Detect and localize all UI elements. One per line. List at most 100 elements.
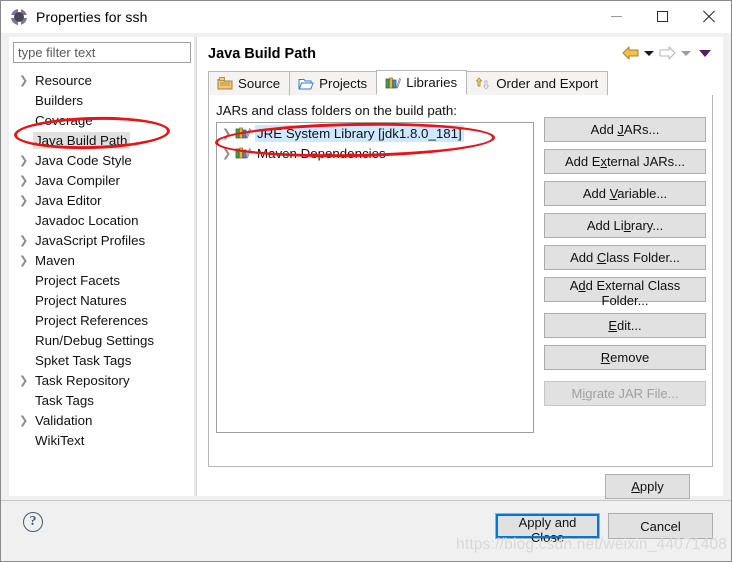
sidebar-item-label: Project Facets <box>35 272 120 288</box>
chevron-right-icon[interactable]: ❯ <box>19 235 33 246</box>
sidebar-item-task-repository[interactable]: ❯ Task Repository <box>9 370 195 390</box>
tab-label: Projects <box>319 76 368 91</box>
sidebar-item-project-facets[interactable]: Project Facets <box>9 270 195 290</box>
sidebar-item-label: Java Editor <box>35 192 102 208</box>
cancel-button[interactable]: Cancel <box>608 513 713 539</box>
sidebar-item-maven[interactable]: ❯ Maven <box>9 250 195 270</box>
chevron-right-icon[interactable]: ❯ <box>19 195 33 206</box>
filter-input[interactable] <box>13 42 191 63</box>
sidebar-item-label: JavaScript Profiles <box>35 232 146 248</box>
sidebar-item-project-references[interactable]: Project References <box>9 310 195 330</box>
settings-sidebar: ❯Resource Builders Coverage Java Build Path… <box>9 37 195 496</box>
forward-arrow-icon[interactable] <box>659 46 676 60</box>
sidebar-item-label: Task Repository <box>35 372 130 388</box>
button-add-variable[interactable]: Add Variable... <box>544 181 706 206</box>
sidebar-item-wikitext[interactable]: WikiText <box>9 430 195 450</box>
sidebar-item-validation[interactable]: ❯ Validation <box>9 410 195 430</box>
forward-dropdown-icon[interactable] <box>681 50 691 56</box>
sidebar-item-run-debug-settings[interactable]: Run/Debug Settings <box>9 330 195 350</box>
build-path-tabs: Source Projects Libraries Order and Expo… <box>208 70 713 96</box>
sidebar-item-label: WikiText <box>35 432 85 448</box>
button-add-external-class-folder[interactable]: Add External Class Folder... <box>544 277 706 308</box>
back-dropdown-icon[interactable] <box>644 50 654 56</box>
button-add-external-jars[interactable]: Add External JARs... <box>544 149 706 174</box>
maximize-button[interactable] <box>639 1 685 32</box>
books-icon <box>235 147 251 159</box>
button-migrate-jar-file: Migrate JAR File... <box>544 381 706 406</box>
help-icon[interactable]: ? <box>23 512 43 532</box>
open-folder-icon <box>298 79 314 90</box>
page-nav-icons <box>622 46 714 60</box>
libraries-list-label: JARs and class folders on the build path… <box>216 103 457 118</box>
books-icon <box>235 127 251 139</box>
chevron-right-icon[interactable]: ❯ <box>19 155 33 166</box>
dialog-body: ❯Resource Builders Coverage Java Build Path… <box>1 33 731 500</box>
tab-label: Order and Export <box>496 76 599 91</box>
minimize-icon <box>610 15 622 17</box>
window-title: Properties for ssh <box>36 8 148 25</box>
library-item-label: JRE System Library [jdk1.8.0_181] <box>255 124 464 142</box>
sidebar-item-task-tags[interactable]: Task Tags <box>9 390 195 410</box>
chevron-right-icon[interactable]: ❯ <box>19 375 33 386</box>
tab-label: Source <box>238 76 281 91</box>
button-remove[interactable]: Remove <box>544 345 706 370</box>
sidebar-item-label: Validation <box>35 412 93 428</box>
sidebar-item-label: Project Natures <box>35 292 127 308</box>
sidebar-item-label: Javadoc Location <box>35 212 139 228</box>
sidebar-item-label: Java Code Style <box>35 152 132 168</box>
sidebar-item-java-code-style[interactable]: ❯ Java Code Style <box>9 150 195 170</box>
page-title: Java Build Path <box>208 46 316 62</box>
view-menu-icon[interactable] <box>699 49 711 57</box>
minimize-button[interactable] <box>593 1 639 32</box>
properties-dialog: Properties for ssh ❯Resource Builders Cove… <box>0 0 732 562</box>
library-item-label: Maven Dependencies <box>257 145 386 161</box>
sidebar-item-spket-task-tags[interactable]: Spket Task Tags <box>9 350 195 370</box>
library-action-buttons: Add JARs... Add External JARs... Add Varia… <box>544 117 706 413</box>
tab-order-and-export[interactable]: Order and Export <box>466 71 609 95</box>
button-add-library[interactable]: Add Library... <box>544 213 706 238</box>
gear-icon <box>10 7 28 26</box>
sidebar-item-label: Builders <box>35 92 84 108</box>
sidebar-item-label: Project References <box>35 312 149 328</box>
sidebar-item-label: Maven <box>35 252 75 268</box>
maximize-icon <box>656 10 668 22</box>
tab-projects[interactable]: Projects <box>289 71 378 95</box>
sidebar-item-java-compiler[interactable]: ❯ Java Compiler <box>9 170 195 190</box>
sidebar-item-javascript-profiles[interactable]: ❯ JavaScript Profiles <box>9 230 195 250</box>
window-controls <box>593 1 731 33</box>
sidebar-item-project-natures[interactable]: Project Natures <box>9 290 195 310</box>
order-arrows-icon <box>476 77 490 90</box>
settings-tree: ❯ Resource Builders Coverage Java Build Path… <box>9 70 195 450</box>
tab-libraries[interactable]: Libraries <box>376 70 468 95</box>
button-edit[interactable]: Edit... <box>544 313 706 338</box>
chevron-right-icon[interactable]: ❯ <box>19 75 33 86</box>
button-add-jars[interactable]: Add JARs... <box>544 117 706 142</box>
libraries-list[interactable]: ❯ JRE System Library [jdk1.8.0_181] ❯ Mav… <box>216 122 534 433</box>
library-item[interactable]: ❯ JRE System Library [jdk1.8.0_181] <box>217 123 533 143</box>
library-item[interactable]: ❯ Maven Dependencies <box>217 143 533 163</box>
sidebar-item-label: Run/Debug Settings <box>35 332 155 348</box>
sidebar-item-resource[interactable]: ❯ Resource <box>9 70 195 90</box>
sidebar-item-java-build-path[interactable]: Java Build Path <box>9 130 195 150</box>
chevron-right-icon[interactable]: ❯ <box>222 127 235 140</box>
button-add-class-folder[interactable]: Add Class Folder... <box>544 245 706 270</box>
apply-button[interactable]: Apply <box>605 474 690 499</box>
chevron-right-icon[interactable]: ❯ <box>19 415 33 426</box>
apply-and-close-button[interactable]: Apply and Close <box>495 513 600 545</box>
back-arrow-icon[interactable] <box>622 46 639 60</box>
chevron-right-icon[interactable]: ❯ <box>19 255 33 266</box>
sidebar-item-label: Java Compiler <box>35 172 120 188</box>
settings-page: Java Build Path Source Projects Librarie… <box>196 37 723 499</box>
tab-source[interactable]: Source <box>208 71 291 95</box>
sidebar-item-coverage[interactable]: Coverage <box>9 110 195 130</box>
sidebar-item-label: Java Build Path <box>33 131 131 149</box>
books-icon <box>385 77 402 89</box>
sidebar-item-builders[interactable]: Builders <box>9 90 195 110</box>
close-button[interactable] <box>685 1 731 32</box>
tab-label: Libraries <box>406 75 458 90</box>
sidebar-item-label: Coverage <box>35 112 93 128</box>
chevron-right-icon[interactable]: ❯ <box>222 147 235 160</box>
sidebar-item-javadoc-location[interactable]: Javadoc Location <box>9 210 195 230</box>
sidebar-item-java-editor[interactable]: ❯ Java Editor <box>9 190 195 210</box>
chevron-right-icon[interactable]: ❯ <box>19 175 33 186</box>
